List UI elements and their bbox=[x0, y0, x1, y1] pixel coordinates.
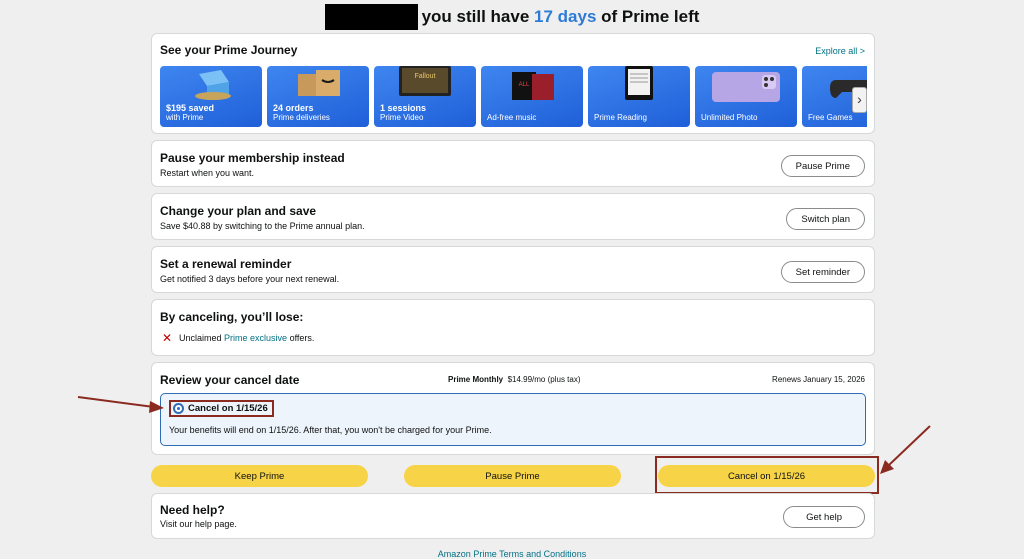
music-album-icon: ALL bbox=[512, 72, 554, 100]
redacted-name bbox=[324, 4, 418, 30]
carousel-next-button[interactable]: › bbox=[852, 87, 867, 113]
reminder-title: Set a renewal reminder bbox=[160, 257, 292, 271]
journey-title: See your Prime Journey bbox=[160, 43, 298, 57]
page-header: you still have 17 days of Prime left bbox=[0, 4, 1024, 30]
tile-reading-sub: Prime Reading bbox=[594, 113, 647, 122]
plan-price: $14.99/mo (plus tax) bbox=[507, 375, 581, 384]
pause-prime-button[interactable]: Pause Prime bbox=[404, 465, 621, 487]
tile-video-sub: Prime Video bbox=[380, 113, 424, 122]
cancel-option-label: Cancel on 1/15/26 bbox=[188, 403, 268, 414]
lose-title: By canceling, you’ll lose: bbox=[160, 310, 304, 324]
phone-photo-icon bbox=[712, 72, 780, 102]
cancel-option-radio-label[interactable]: Cancel on 1/15/26 bbox=[169, 400, 274, 417]
cancel-option-description: Your benefits will end on 1/15/26. After… bbox=[169, 425, 492, 435]
switch-plan-button[interactable]: Switch plan bbox=[786, 208, 865, 230]
svg-text:Fallout: Fallout bbox=[414, 73, 435, 80]
cancel-prime-button[interactable]: Cancel on 1/15/26 bbox=[658, 465, 875, 487]
get-help-button[interactable]: Get help bbox=[783, 506, 865, 528]
change-plan-card: Change your plan and save Save $40.88 by… bbox=[151, 193, 875, 240]
lose-item: Unclaimed Prime exclusive offers. bbox=[179, 333, 314, 343]
days-left: 17 days bbox=[534, 7, 597, 26]
journey-tiles: $195 saved with Prime 24 orders Prime deli… bbox=[160, 66, 867, 127]
plan-subtitle: Save $40.88 by switching to the Prime an… bbox=[160, 221, 365, 231]
chevron-right-icon: › bbox=[857, 91, 862, 107]
radio-selected-icon[interactable] bbox=[173, 402, 184, 414]
renewal-reminder-card: Set a renewal reminder Get notified 3 da… bbox=[151, 246, 875, 293]
review-cancel-date-card: Review your cancel date Prime Monthly $1… bbox=[151, 362, 875, 455]
tile-reading[interactable]: Prime Reading bbox=[588, 66, 690, 127]
tile-savings-bold: $195 saved bbox=[166, 103, 215, 113]
plan-name: Prime Monthly bbox=[448, 375, 504, 384]
tile-orders-sub: Prime deliveries bbox=[273, 113, 330, 122]
keep-prime-button[interactable]: Keep Prime bbox=[151, 465, 368, 487]
prime-exclusive-link[interactable]: Prime exclusive bbox=[224, 333, 287, 343]
tile-music[interactable]: ALL Ad-free music bbox=[481, 66, 583, 127]
help-title: Need help? bbox=[160, 503, 225, 517]
tile-orders-bold: 24 orders bbox=[273, 103, 314, 113]
review-title: Review your cancel date bbox=[160, 373, 300, 387]
savings-icon bbox=[195, 70, 231, 100]
tile-savings[interactable]: $195 saved with Prime bbox=[160, 66, 262, 127]
renewal-date: Renews January 15, 2026 bbox=[772, 375, 865, 384]
set-reminder-button[interactable]: Set reminder bbox=[780, 261, 865, 283]
pause-membership-card: Pause your membership instead Restart wh… bbox=[151, 140, 875, 187]
plan-title: Change your plan and save bbox=[160, 204, 317, 218]
tile-photo-sub: Unlimited Photo bbox=[701, 113, 758, 122]
lose-benefits-card: By canceling, you’ll lose: ✕ Unclaimed P… bbox=[151, 299, 875, 356]
tile-savings-sub: with Prime bbox=[166, 113, 204, 122]
svg-text:ALL: ALL bbox=[519, 82, 530, 88]
package-icon bbox=[298, 70, 340, 96]
pause-title: Pause your membership instead bbox=[160, 151, 345, 165]
annotation-arrow-right-icon bbox=[880, 425, 931, 474]
explore-all-link[interactable]: Explore all > bbox=[815, 46, 865, 56]
header-text-pre: you still have bbox=[421, 7, 535, 26]
tile-video-bold: 1 sessions bbox=[380, 103, 427, 113]
help-card: Need help? Visit our help page. Get help bbox=[151, 493, 875, 539]
cancel-option-box[interactable]: Cancel on 1/15/26 Your benefits will end… bbox=[160, 393, 866, 446]
pause-subtitle: Restart when you want. bbox=[160, 168, 255, 178]
header-text-post: of Prime left bbox=[596, 7, 700, 26]
help-subtitle: Visit our help page. bbox=[160, 519, 237, 529]
tile-music-sub: Ad-free music bbox=[487, 113, 537, 122]
plan-info: Prime Monthly $14.99/mo (plus tax) bbox=[448, 375, 581, 384]
annotation-arrow-left-icon bbox=[77, 396, 164, 413]
close-x-icon: ✕ bbox=[162, 331, 173, 345]
terms-link[interactable]: Amazon Prime Terms and Conditions bbox=[0, 549, 1024, 559]
tile-orders[interactable]: 24 orders Prime deliveries bbox=[267, 66, 369, 127]
video-screen-icon: Fallout bbox=[399, 66, 451, 96]
reminder-subtitle: Get notified 3 days before your next ren… bbox=[160, 274, 340, 284]
lose-item-pre: Unclaimed bbox=[179, 333, 225, 343]
lose-item-post: offers. bbox=[287, 333, 315, 343]
tile-video[interactable]: Fallout 1 sessions Prime Video bbox=[374, 66, 476, 127]
tile-photo[interactable]: Unlimited Photo bbox=[695, 66, 797, 127]
pause-prime-card-button[interactable]: Pause Prime bbox=[780, 155, 865, 177]
tile-games-sub: Free Games bbox=[808, 113, 853, 122]
prime-journey-card: See your Prime Journey Explore all > $19… bbox=[151, 33, 875, 134]
ebook-reader-icon bbox=[625, 66, 653, 100]
